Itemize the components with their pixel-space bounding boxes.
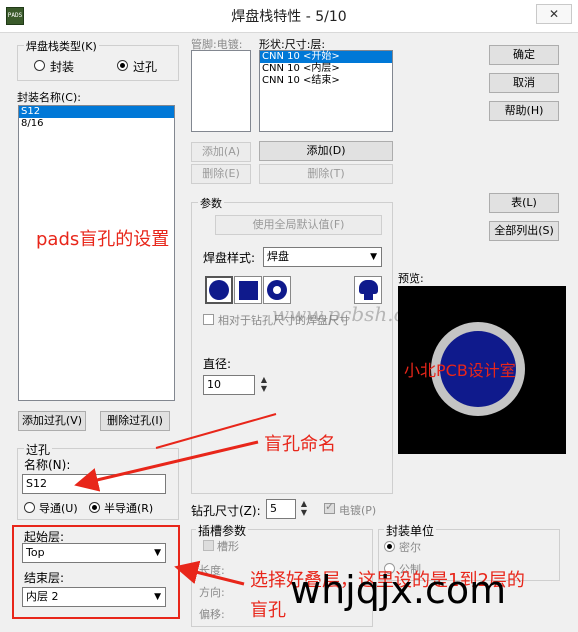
arrow-to-layers: [174, 560, 245, 586]
annotation-arrows: [74, 413, 277, 586]
arrow-to-via-name: [74, 440, 259, 492]
